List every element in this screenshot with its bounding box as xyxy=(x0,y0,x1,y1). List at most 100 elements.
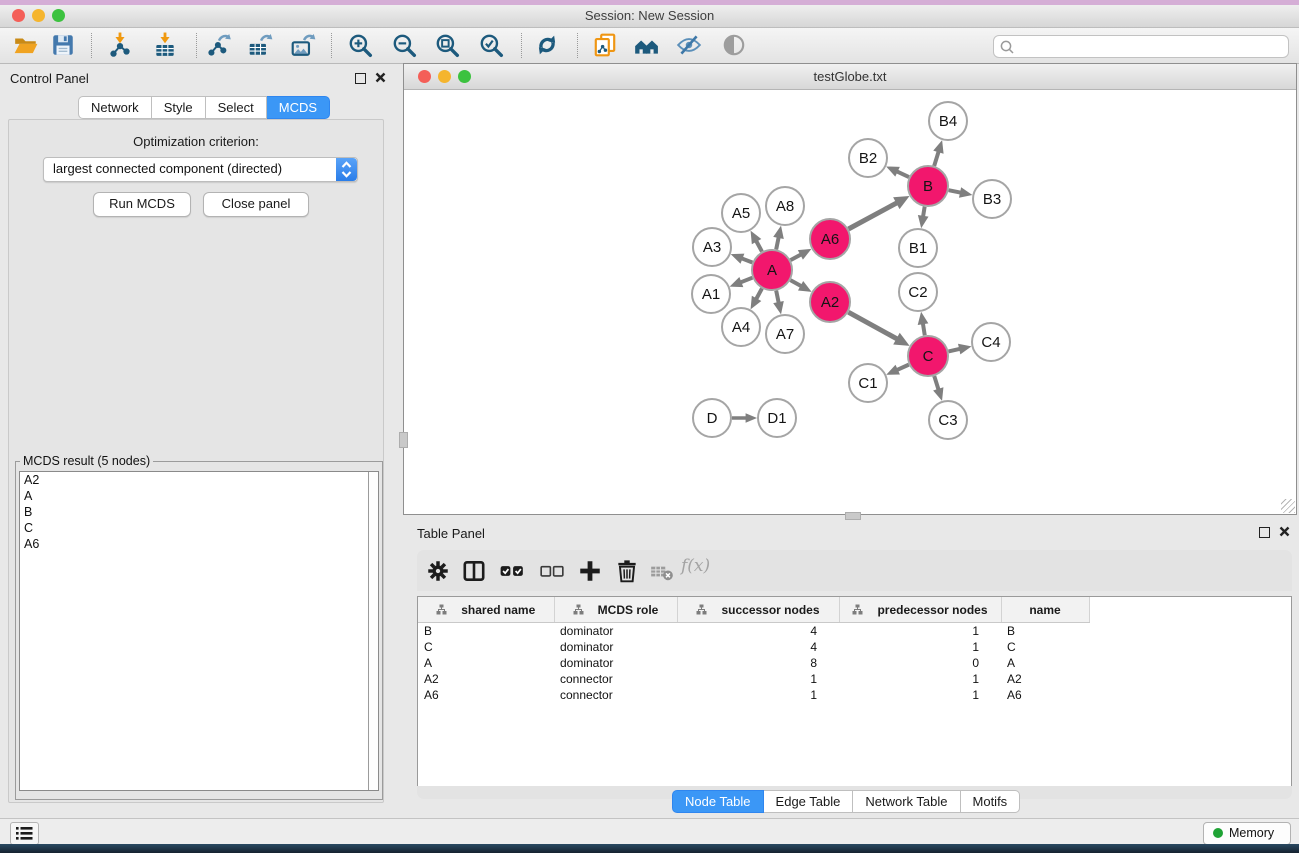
column-header-mcds-role[interactable]: MCDS role xyxy=(554,597,677,623)
save-session-button[interactable] xyxy=(50,32,78,60)
graph-edge-A-A2[interactable] xyxy=(790,280,801,286)
graph-edge-C-C3[interactable] xyxy=(934,376,938,390)
export-network-button[interactable] xyxy=(206,32,234,60)
duplicate-network-button[interactable] xyxy=(592,32,620,60)
table-cell[interactable]: A6 xyxy=(1001,687,1089,703)
import-network-button[interactable] xyxy=(107,32,135,60)
close-panel-icon[interactable] xyxy=(375,72,386,83)
table-row[interactable]: Cdominator41C xyxy=(418,639,1089,655)
run-mcds-button[interactable]: Run MCDS xyxy=(93,192,191,217)
column-header-name[interactable]: name xyxy=(1001,597,1089,623)
table-cell[interactable]: C xyxy=(418,639,554,655)
tab-style[interactable]: Style xyxy=(152,96,206,119)
tab-node-table[interactable]: Node Table xyxy=(672,790,764,813)
table-cell[interactable]: 1 xyxy=(839,671,1001,687)
close-table-panel-icon[interactable] xyxy=(1279,526,1290,537)
table-cell[interactable]: 0 xyxy=(839,655,1001,671)
table-cell[interactable]: A xyxy=(418,655,554,671)
graph-edge-A6-B[interactable] xyxy=(848,203,897,229)
graph-edge-A-A1[interactable] xyxy=(740,278,752,283)
scrollbar-track[interactable] xyxy=(368,472,378,790)
graph-edge-C-C1[interactable] xyxy=(897,365,909,370)
table-cell[interactable]: connector xyxy=(554,687,677,703)
table-cell[interactable]: B xyxy=(418,623,554,640)
graph-edge-A-A6[interactable] xyxy=(791,254,802,260)
table-cell[interactable]: 1 xyxy=(839,623,1001,640)
export-image-button[interactable] xyxy=(290,32,318,60)
criterion-select[interactable]: largest connected component (directed) xyxy=(43,157,358,182)
table-cell[interactable]: 4 xyxy=(677,623,839,640)
table-row[interactable]: Bdominator41B xyxy=(418,623,1089,640)
table-cell[interactable]: dominator xyxy=(554,639,677,655)
tab-select[interactable]: Select xyxy=(206,96,267,119)
graph-edge-C-C4[interactable] xyxy=(948,349,960,352)
hide-details-button[interactable] xyxy=(676,32,704,60)
graph-edge-A-A3[interactable] xyxy=(742,258,753,262)
network-zoom-traffic-light[interactable] xyxy=(458,70,471,83)
graph-edge-A-A7[interactable] xyxy=(776,291,779,303)
table-cell[interactable]: C xyxy=(1001,639,1089,655)
table-cell[interactable]: 4 xyxy=(677,639,839,655)
float-panel-icon[interactable] xyxy=(355,73,366,84)
export-table-button[interactable] xyxy=(247,32,275,60)
minimize-traffic-light[interactable] xyxy=(32,9,45,22)
tab-mcds[interactable]: MCDS xyxy=(267,96,330,119)
graph-edge-B-B3[interactable] xyxy=(949,190,961,193)
table-cell[interactable]: connector xyxy=(554,671,677,687)
table-cell[interactable]: 1 xyxy=(839,639,1001,655)
deselect-all-button[interactable] xyxy=(539,558,565,584)
table-cell[interactable]: dominator xyxy=(554,655,677,671)
tab-motifs[interactable]: Motifs xyxy=(961,790,1021,813)
table-cell[interactable]: 1 xyxy=(677,687,839,703)
graph-edge-B-B1[interactable] xyxy=(923,207,925,217)
table-row[interactable]: A6connector11A6 xyxy=(418,687,1089,703)
zoom-in-button[interactable] xyxy=(347,32,375,60)
show-details-button[interactable] xyxy=(721,32,749,60)
splitter-handle-vertical[interactable] xyxy=(399,432,408,448)
network-close-traffic-light[interactable] xyxy=(418,70,431,83)
column-header-successor-nodes[interactable]: successor nodes xyxy=(677,597,839,623)
network-graph[interactable]: AA1A2A3A4A5A6A7A8BB1B2B3B4CC1C2C3C4DD1 xyxy=(404,89,1296,514)
table-cell[interactable]: A2 xyxy=(1001,671,1089,687)
function-builder-button[interactable]: f(x) xyxy=(681,556,710,576)
show-columns-button[interactable] xyxy=(461,558,487,584)
graph-edge-A-A4[interactable] xyxy=(756,288,762,299)
select-stepper[interactable] xyxy=(336,158,357,181)
task-history-button[interactable] xyxy=(10,822,39,845)
table-cell[interactable]: 1 xyxy=(677,671,839,687)
refresh-button[interactable] xyxy=(534,32,562,60)
tab-edge-table[interactable]: Edge Table xyxy=(764,790,854,813)
delete-table-button[interactable] xyxy=(649,558,675,584)
graph-edge-C-C2[interactable] xyxy=(923,323,925,335)
close-panel-button[interactable]: Close panel xyxy=(203,192,309,217)
splitter-handle-horizontal[interactable] xyxy=(845,512,861,520)
zoom-selected-button[interactable] xyxy=(478,32,506,60)
graph-edge-A-A5[interactable] xyxy=(756,241,762,252)
table-cell[interactable]: 1 xyxy=(839,687,1001,703)
memory-button[interactable]: Memory xyxy=(1203,822,1291,845)
network-minimize-traffic-light[interactable] xyxy=(438,70,451,83)
table-row[interactable]: A2connector11A2 xyxy=(418,671,1089,687)
resize-grip[interactable] xyxy=(1281,499,1295,513)
graph-edge-A-A8[interactable] xyxy=(776,237,779,249)
zoom-out-button[interactable] xyxy=(391,32,419,60)
add-column-button[interactable] xyxy=(577,558,603,584)
table-cell[interactable]: B xyxy=(1001,623,1089,640)
graph-edge-A2-C[interactable] xyxy=(848,312,897,339)
column-header-predecessor-nodes[interactable]: predecessor nodes xyxy=(839,597,1001,623)
delete-column-button[interactable] xyxy=(614,558,640,584)
search-input[interactable] xyxy=(1018,37,1284,56)
graph-edge-B-B4[interactable] xyxy=(934,151,939,166)
zoom-traffic-light[interactable] xyxy=(52,9,65,22)
table-row[interactable]: Adominator80A xyxy=(418,655,1089,671)
table-cell[interactable]: A6 xyxy=(418,687,554,703)
home-button[interactable] xyxy=(633,32,661,60)
zoom-fit-button[interactable] xyxy=(434,32,462,60)
table-cell[interactable]: A xyxy=(1001,655,1089,671)
table-settings-button[interactable] xyxy=(425,558,451,584)
open-session-button[interactable] xyxy=(13,32,41,60)
float-table-panel-icon[interactable] xyxy=(1259,527,1270,538)
close-traffic-light[interactable] xyxy=(12,9,25,22)
select-all-button[interactable] xyxy=(499,558,525,584)
tab-network-table[interactable]: Network Table xyxy=(853,790,960,813)
